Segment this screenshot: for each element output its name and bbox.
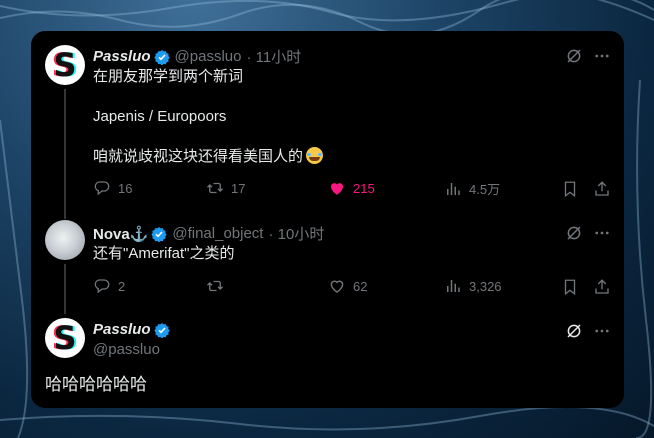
tweet-text-line: 在朋友那学到两个新词 — [93, 68, 244, 85]
views-icon — [447, 182, 460, 195]
view-count: 4.5万 — [469, 182, 501, 197]
display-name[interactable]: Nova⚓ — [93, 225, 148, 243]
heart-outline-icon — [330, 280, 344, 293]
retweet-button[interactable]: 17 — [206, 179, 245, 197]
passluo-avatar[interactable]: S — [45, 45, 85, 85]
like-button[interactable]: 215 — [328, 179, 375, 197]
share-icon[interactable] — [593, 180, 611, 198]
tweet-header-handle: @passluo — [93, 341, 160, 358]
tweet-text-line: Japenis / Europoors — [93, 108, 227, 125]
reply-icon — [94, 279, 110, 294]
more-options-icon[interactable] — [593, 224, 611, 242]
display-name[interactable]: Passluo — [93, 321, 151, 338]
tweet-actions: 16 17 215 4.5万 — [93, 179, 613, 199]
more-options-icon[interactable] — [593, 47, 611, 65]
bookmark-icon[interactable] — [561, 180, 579, 198]
views-icon — [447, 280, 460, 292]
thread-line — [64, 89, 66, 219]
tweet-time[interactable]: · 11小时 — [246, 46, 301, 67]
views-button[interactable]: 3,326 — [444, 277, 502, 295]
reply-count: 2 — [118, 278, 126, 294]
view-count: 3,326 — [469, 278, 502, 294]
thread-line — [64, 264, 66, 314]
verified-badge-icon — [151, 226, 168, 242]
reply-button[interactable]: 16 — [93, 179, 132, 197]
like-count: 62 — [353, 278, 368, 294]
tweet-header: Nova⚓ @final_object · 10小时 — [93, 223, 324, 244]
passluo-avatar[interactable]: S — [45, 318, 85, 358]
like-count: 215 — [353, 180, 375, 196]
verified-badge-icon — [153, 49, 170, 65]
tweet-header: Passluo — [93, 321, 170, 338]
more-options-icon[interactable] — [593, 322, 611, 340]
tweet-actions: 2 62 3,326 — [93, 277, 613, 297]
reply-count: 16 — [118, 180, 133, 196]
tweet-thread-card: S Passluo @passluo · 11小时 在朋友那学到两个新词 Jap… — [31, 31, 624, 408]
tweet-text-line: 还有"Amerifat"之类的 — [93, 245, 235, 262]
heart-filled-icon — [331, 183, 343, 195]
tweet-text-line: 哈哈哈哈哈哈 — [45, 375, 147, 394]
face-with-tears-of-joy-icon — [306, 147, 324, 164]
retweet-button[interactable] — [206, 277, 231, 295]
grok-icon[interactable] — [565, 47, 583, 65]
verified-badge-icon — [153, 322, 170, 338]
tweet-text-line: 咱就说歧视这块还得看美国人的 — [93, 147, 324, 167]
user-handle[interactable]: @final_object — [172, 225, 263, 242]
tweet-text-segment: 咱就说歧视这块还得看美国人的 — [93, 148, 304, 165]
reply-button[interactable]: 2 — [93, 277, 125, 295]
nova-avatar[interactable] — [45, 220, 85, 260]
retweet-icon — [207, 182, 223, 194]
share-icon[interactable] — [593, 278, 611, 296]
tweet-header: Passluo @passluo · 11小时 — [93, 46, 301, 67]
like-button[interactable]: 62 — [328, 277, 367, 295]
views-button[interactable]: 4.5万 — [444, 179, 500, 198]
display-name[interactable]: Passluo — [93, 48, 151, 65]
tweet-time[interactable]: · 10小时 — [268, 223, 324, 244]
reply-icon — [94, 181, 110, 196]
grok-icon[interactable] — [565, 224, 583, 242]
user-handle[interactable]: @passluo — [93, 341, 160, 358]
grok-icon[interactable] — [565, 322, 583, 340]
user-handle[interactable]: @passluo — [175, 48, 242, 65]
retweet-icon — [207, 280, 223, 292]
bookmark-icon[interactable] — [561, 278, 579, 296]
retweet-count: 17 — [231, 180, 246, 196]
